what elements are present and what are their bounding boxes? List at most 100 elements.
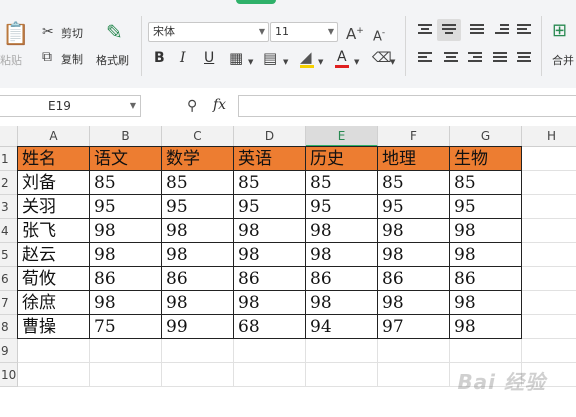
table-cell[interactable]: 98: [306, 243, 378, 267]
align-top-icon[interactable]: [418, 24, 432, 36]
row-header-9[interactable]: 9: [0, 339, 18, 363]
table-header-cell[interactable]: 姓名: [18, 147, 90, 171]
column-header-b[interactable]: B: [90, 126, 162, 147]
table-cell[interactable]: 98: [378, 219, 450, 243]
select-all-corner[interactable]: [0, 126, 18, 147]
empty-cell[interactable]: [162, 363, 234, 387]
wrap-text-icon[interactable]: [517, 24, 531, 36]
underline-button[interactable]: U: [204, 50, 214, 66]
table-header-cell[interactable]: 英语: [234, 147, 306, 171]
empty-cell[interactable]: [162, 339, 234, 363]
font-color-icon[interactable]: A: [337, 49, 347, 65]
table-cell[interactable]: 张飞: [18, 219, 90, 243]
empty-cell[interactable]: [18, 339, 90, 363]
paste-button[interactable]: 粘贴: [0, 52, 22, 68]
table-cell[interactable]: 98: [450, 315, 522, 339]
table-header-cell[interactable]: 数学: [162, 147, 234, 171]
table-header-cell[interactable]: 历史: [306, 147, 378, 171]
row-header-5[interactable]: 5: [0, 243, 18, 267]
table-header-cell[interactable]: 生物: [450, 147, 522, 171]
table-cell[interactable]: 86: [162, 267, 234, 291]
chevron-down-icon[interactable]: ▼: [283, 55, 288, 69]
table-cell[interactable]: 85: [234, 171, 306, 195]
table-cell[interactable]: 98: [378, 291, 450, 315]
table-cell[interactable]: 关羽: [18, 195, 90, 219]
table-cell[interactable]: 98: [90, 291, 162, 315]
column-header-g[interactable]: G: [450, 126, 522, 147]
align-left-icon[interactable]: [418, 52, 432, 64]
empty-cell[interactable]: [234, 339, 306, 363]
empty-cell[interactable]: [306, 363, 378, 387]
format-painter-button[interactable]: 格式刷: [96, 52, 129, 68]
table-cell[interactable]: 85: [162, 171, 234, 195]
empty-cell[interactable]: [306, 339, 378, 363]
column-header-h[interactable]: H: [522, 126, 576, 147]
table-cell[interactable]: 94: [306, 315, 378, 339]
cut-button[interactable]: 剪切: [61, 25, 83, 41]
chevron-down-icon[interactable]: ▼: [354, 55, 359, 69]
increase-font-icon[interactable]: A+: [346, 24, 364, 42]
table-cell[interactable]: 98: [234, 243, 306, 267]
empty-cell[interactable]: [18, 363, 90, 387]
chevron-down-icon[interactable]: ▼: [130, 96, 136, 116]
chevron-down-icon[interactable]: ▼: [318, 55, 323, 69]
table-cell[interactable]: 68: [234, 315, 306, 339]
table-cell[interactable]: 98: [162, 291, 234, 315]
cell-style-icon[interactable]: ▤: [263, 51, 277, 66]
align-middle-icon[interactable]: [442, 24, 456, 36]
zoom-icon[interactable]: ⚲: [187, 99, 197, 113]
merge-button[interactable]: 合并: [552, 52, 574, 68]
table-cell[interactable]: 95: [162, 195, 234, 219]
decrease-indent-icon[interactable]: [495, 24, 509, 36]
row-header-2[interactable]: 2: [0, 171, 18, 195]
empty-cell[interactable]: [522, 243, 576, 267]
align-bottom-icon[interactable]: [470, 24, 484, 36]
chevron-down-icon[interactable]: ▼: [390, 55, 395, 69]
table-cell[interactable]: 85: [306, 171, 378, 195]
eraser-icon[interactable]: ⌫: [372, 51, 392, 65]
table-header-cell[interactable]: 语文: [90, 147, 162, 171]
name-box[interactable]: E19 ▼: [0, 95, 141, 117]
empty-cell[interactable]: [450, 339, 522, 363]
table-cell[interactable]: 86: [450, 267, 522, 291]
table-cell[interactable]: 86: [306, 267, 378, 291]
row-header-4[interactable]: 4: [0, 219, 18, 243]
row-header-7[interactable]: 7: [0, 291, 18, 315]
paste-icon[interactable]: 📋: [2, 24, 29, 46]
table-cell[interactable]: 曹操: [18, 315, 90, 339]
font-size-select[interactable]: 11 ▼: [270, 22, 338, 42]
table-cell[interactable]: 荀攸: [18, 267, 90, 291]
table-header-cell[interactable]: 地理: [378, 147, 450, 171]
bold-button[interactable]: B: [154, 50, 165, 66]
table-cell[interactable]: 98: [90, 219, 162, 243]
format-painter-icon[interactable]: ✎: [106, 22, 123, 42]
decrease-font-icon[interactable]: A-: [373, 26, 385, 44]
empty-cell[interactable]: [522, 219, 576, 243]
justify-icon[interactable]: [493, 52, 507, 64]
table-cell[interactable]: 75: [90, 315, 162, 339]
table-cell[interactable]: 86: [378, 267, 450, 291]
table-cell[interactable]: 98: [306, 291, 378, 315]
row-header-3[interactable]: 3: [0, 195, 18, 219]
empty-cell[interactable]: [378, 339, 450, 363]
formula-input[interactable]: [238, 95, 576, 117]
row-header-1[interactable]: 1: [0, 147, 18, 171]
row-header-10[interactable]: 10: [0, 363, 18, 387]
table-cell[interactable]: 85: [450, 171, 522, 195]
column-header-f[interactable]: F: [378, 126, 450, 147]
table-cell[interactable]: 98: [162, 243, 234, 267]
empty-cell[interactable]: [90, 363, 162, 387]
column-header-d[interactable]: D: [234, 126, 306, 147]
align-right-icon[interactable]: [468, 52, 482, 64]
row-header-6[interactable]: 6: [0, 267, 18, 291]
copy-button[interactable]: 复制: [61, 51, 83, 67]
table-cell[interactable]: 85: [378, 171, 450, 195]
table-cell[interactable]: 98: [306, 219, 378, 243]
table-cell[interactable]: 99: [162, 315, 234, 339]
merge-cells-icon[interactable]: ⊞: [552, 22, 567, 40]
empty-cell[interactable]: [522, 339, 576, 363]
italic-button[interactable]: I: [180, 50, 186, 66]
table-cell[interactable]: 86: [90, 267, 162, 291]
table-cell[interactable]: 98: [234, 219, 306, 243]
table-cell[interactable]: 98: [450, 291, 522, 315]
